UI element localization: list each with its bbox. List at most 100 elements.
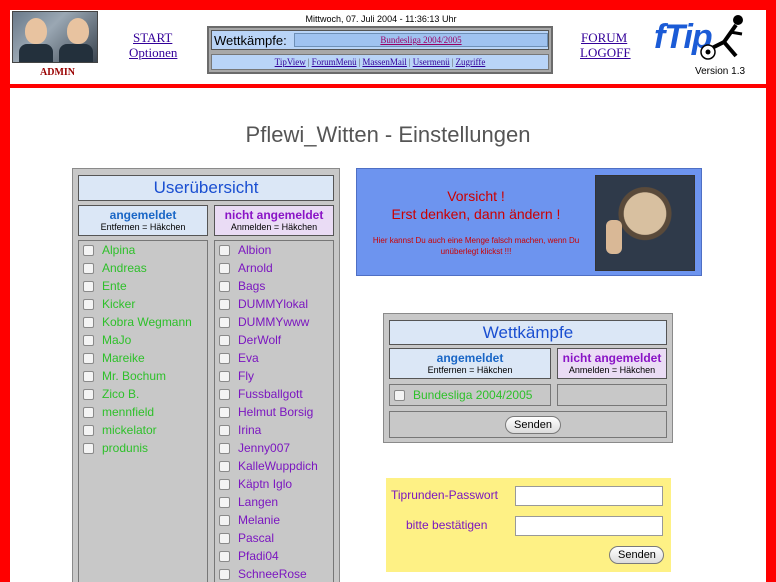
list-item-label: Fussballgott [238,387,303,401]
checkbox[interactable] [219,532,230,544]
list-item[interactable]: Arnold [215,259,333,277]
registered-competitions-list: Bundesliga 2004/2005 [389,384,551,406]
competition-select[interactable]: Bundesliga 2004/2005 [294,33,548,47]
sub-navigation: TipView | ForumMenü | MassenMail | Usermenü | Zu… [211,54,549,70]
nav-separator: | [307,57,310,67]
options-link[interactable]: Optionen [129,45,177,61]
forum-link[interactable]: FORUM [581,30,627,46]
nav-zugriffe[interactable]: Zugriffe [456,57,486,67]
checkbox[interactable] [83,334,94,346]
list-item[interactable]: Ente [79,277,207,295]
list-item[interactable]: Helmut Borsig [215,403,333,421]
checkbox[interactable] [83,262,94,274]
list-item[interactable]: produnis [79,439,207,457]
checkbox[interactable] [219,550,230,562]
nav-usermenu[interactable]: Usermenü [413,57,450,67]
list-item[interactable]: Melanie [215,511,333,529]
list-item[interactable]: Mr. Bochum [79,367,207,385]
list-item-label: Albion [238,243,272,257]
admin-label: ADMIN [40,67,75,78]
list-item[interactable]: Andreas [79,259,207,277]
list-item[interactable]: Alpina [79,241,207,259]
nav-massenmail[interactable]: MassenMail [362,57,407,67]
checkbox[interactable] [83,352,94,364]
checkbox[interactable] [219,262,230,274]
list-item[interactable]: Zico B. [79,385,207,403]
list-item[interactable]: Kicker [79,295,207,313]
checkbox[interactable] [219,514,230,526]
checkbox[interactable] [219,280,230,292]
comp-registered-title: angemeldet [436,351,504,365]
checkbox[interactable] [83,370,94,382]
list-item[interactable]: Käptn Iglo [215,475,333,493]
nav-separator: | [451,57,454,67]
checkbox[interactable] [394,389,405,401]
checkbox[interactable] [83,442,94,454]
list-item[interactable]: DerWolf [215,331,333,349]
checkbox[interactable] [219,568,230,580]
unregistered-competitions-list [557,384,667,406]
checkbox[interactable] [219,406,230,418]
list-item[interactable]: Pascal [215,529,333,547]
checkbox[interactable] [219,244,230,256]
checkbox[interactable] [219,388,230,400]
list-item[interactable]: MaJo [79,331,207,349]
checkbox[interactable] [83,316,94,328]
checkbox[interactable] [219,334,230,346]
list-item[interactable]: KalleWuppdich [215,457,333,475]
comp-unregistered-hint: Anmelden = Häkchen [568,365,656,375]
list-item[interactable]: DUMMYlokal [215,295,333,313]
list-item[interactable]: mennfield [79,403,207,421]
checkbox[interactable] [83,424,94,436]
list-item-label: Langen [238,495,279,509]
checkbox[interactable] [219,478,230,490]
competitions-send-button[interactable]: Senden [505,416,561,434]
list-item[interactable]: Fly [215,367,333,385]
checkbox[interactable] [83,406,94,418]
start-link[interactable]: START [133,30,172,46]
list-item[interactable]: Kobra Wegmann [79,313,207,331]
list-item[interactable]: mickelator [79,421,207,439]
list-item[interactable]: Mareike [79,349,207,367]
list-item-label: Arnold [238,261,273,275]
checkbox[interactable] [219,496,230,508]
list-item[interactable]: Langen [215,493,333,511]
nav-separator: | [358,57,361,67]
checkbox[interactable] [219,298,230,310]
nav-separator: | [408,57,411,67]
checkbox[interactable] [83,298,94,310]
password-input[interactable] [515,486,663,506]
checkbox[interactable] [83,388,94,400]
checkbox[interactable] [219,460,230,472]
list-item[interactable]: Eva [215,349,333,367]
list-item[interactable]: Bundesliga 2004/2005 [390,385,550,405]
nav-forummenu[interactable]: ForumMenü [312,57,357,67]
list-item[interactable]: Jenny007 [215,439,333,457]
password-send-button[interactable]: Senden [609,546,664,564]
checkbox[interactable] [219,424,230,436]
list-item-label: produnis [102,441,149,455]
list-item[interactable]: Fussballgott [215,385,333,403]
checkbox[interactable] [219,352,230,364]
checkbox[interactable] [83,244,94,256]
list-item[interactable]: DUMMYwww [215,313,333,331]
unregistered-title: nicht angemeldet [224,208,324,222]
user-overview-panel: Userübersicht angemeldet Entfernen = Häk… [72,168,340,582]
checkbox[interactable] [219,316,230,328]
list-item[interactable]: Albion [215,241,333,259]
competitions-title: Wettkämpfe [389,320,667,345]
checkbox[interactable] [219,442,230,454]
list-item[interactable]: Bags [215,277,333,295]
face-2 [67,18,89,44]
list-item[interactable]: Pfadi04 [215,547,333,565]
list-item[interactable]: SchneeRose [215,565,333,582]
list-item-label: Irina [238,423,262,437]
registered-users-list: Alpina Andreas Ente Kicker Kobra Wegmann MaJo… [78,240,208,582]
checkbox[interactable] [219,370,230,382]
checkbox[interactable] [83,280,94,292]
password-confirm-input[interactable] [515,516,663,536]
logoff-link[interactable]: LOGOFF [580,45,631,61]
nav-tipview[interactable]: TipView [275,57,306,67]
list-item[interactable]: Irina [215,421,333,439]
suit-1 [19,44,53,62]
